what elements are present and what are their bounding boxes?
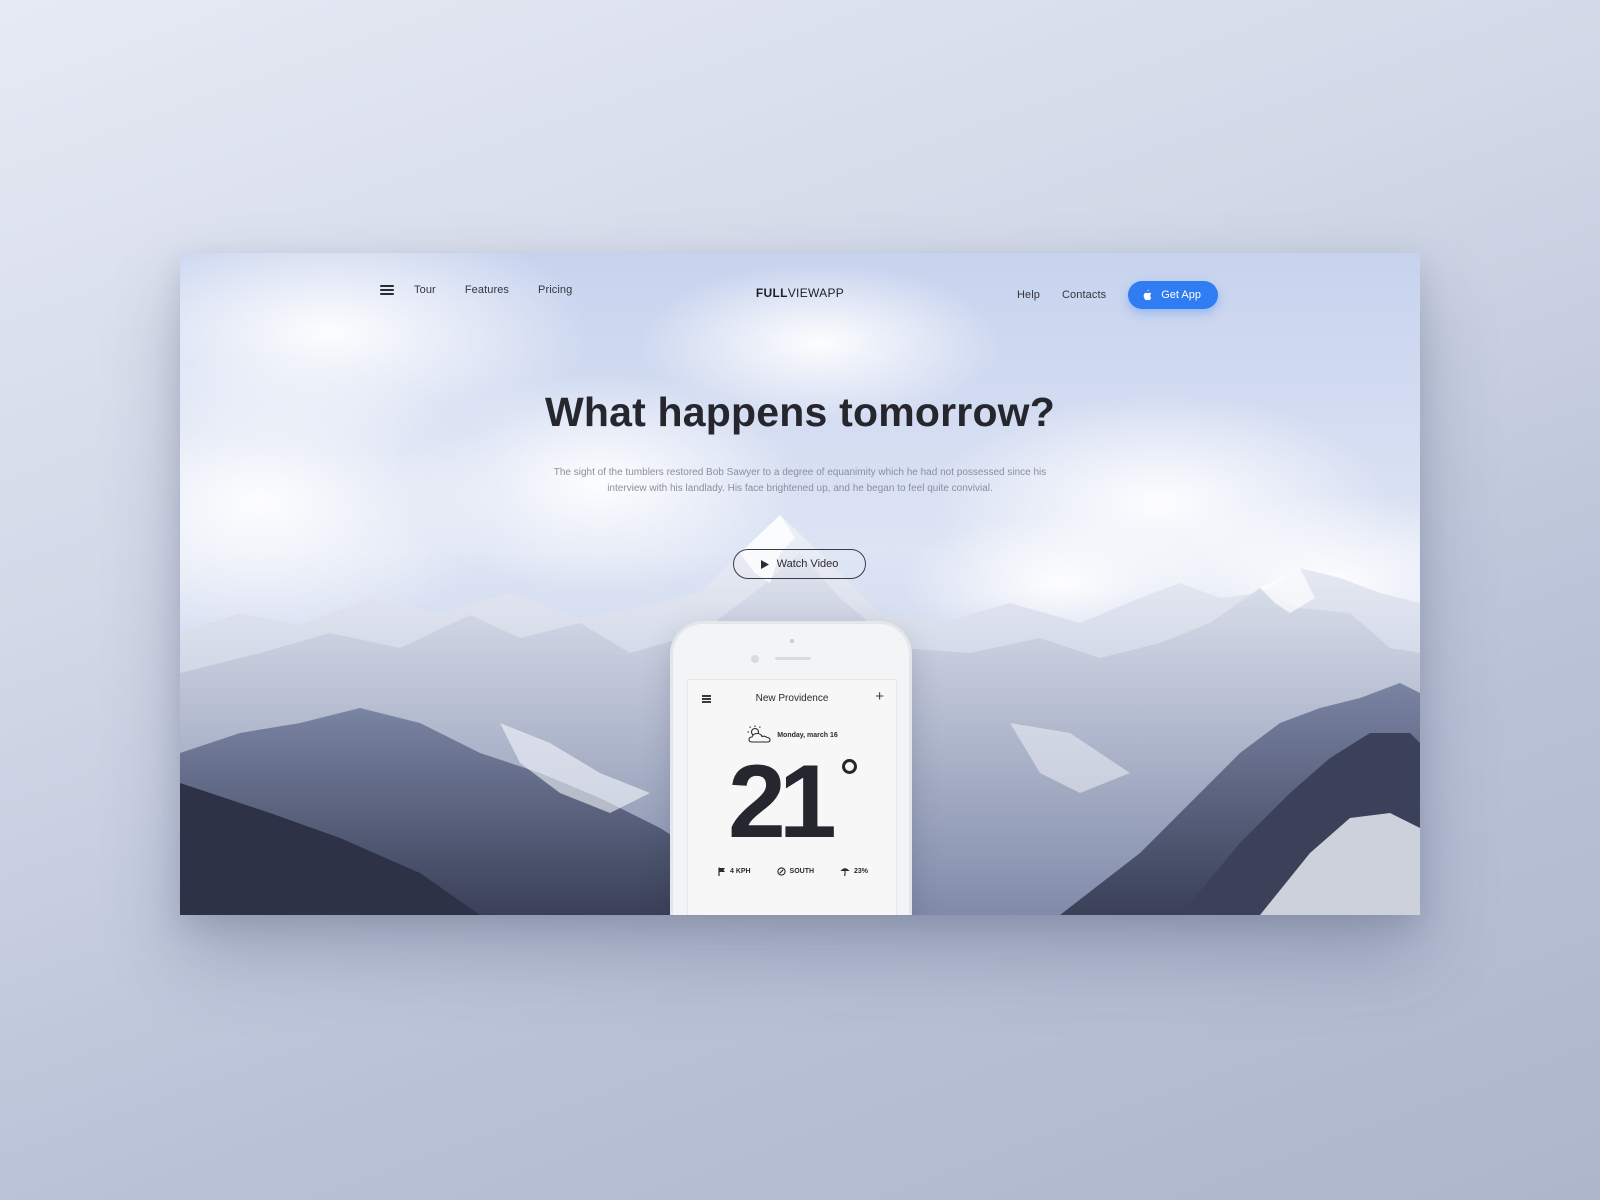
compass-icon xyxy=(776,867,786,876)
precipitation-stat: 23% xyxy=(840,867,868,876)
phone-camera xyxy=(790,639,794,643)
get-app-label: Get App xyxy=(1161,289,1201,301)
wind-speed-stat: 4 KPH xyxy=(718,867,751,876)
temperature-value: 21 xyxy=(728,744,837,860)
brand-logo-rest: VIEWAPP xyxy=(787,286,845,300)
wind-direction-value: SOUTH xyxy=(789,868,815,875)
play-icon xyxy=(760,559,769,569)
add-city-icon[interactable]: + xyxy=(875,689,884,705)
weather-app-header: New Providence + xyxy=(688,680,896,718)
get-app-button[interactable]: Get App xyxy=(1128,281,1218,309)
wind-speed-value: 4 KPH xyxy=(730,868,751,875)
partly-cloudy-icon xyxy=(747,725,771,743)
date-label: Monday, march 16 xyxy=(777,731,838,739)
hero-title: What happens tomorrow? xyxy=(544,389,1056,435)
brand-logo[interactable]: FULLVIEWAPP xyxy=(180,286,1420,300)
weather-stats: 4 KPH SOUTH 23% xyxy=(718,867,868,876)
watch-video-button[interactable]: Watch Video xyxy=(733,549,866,579)
wind-direction-stat: SOUTH xyxy=(776,867,815,876)
nav-link-help[interactable]: Help xyxy=(1017,289,1040,301)
phone-mockup: New Providence + Monday, march 16 21 4 K… xyxy=(673,624,909,915)
landing-page-frame: Tour Features Pricing FULLVIEWAPP Help C… xyxy=(180,253,1420,915)
city-name: New Providence xyxy=(755,693,829,704)
nav-link-contacts[interactable]: Contacts xyxy=(1062,289,1106,301)
phone-sensor xyxy=(751,655,759,663)
phone-speaker xyxy=(775,657,811,660)
top-navigation: Tour Features Pricing FULLVIEWAPP Help C… xyxy=(180,253,1420,338)
watch-video-label: Watch Video xyxy=(776,558,839,570)
apple-icon xyxy=(1143,289,1152,301)
brand-logo-bold: FULL xyxy=(755,286,788,300)
nav-right-group: Help Contacts Get App xyxy=(995,281,1218,309)
weather-app-screen: New Providence + Monday, march 16 21 4 K… xyxy=(687,679,897,915)
hero-subtitle: The sight of the tumblers restored Bob S… xyxy=(553,467,1047,494)
degree-symbol xyxy=(842,759,857,774)
date-row: Monday, march 16 xyxy=(688,725,896,745)
precipitation-value: 23% xyxy=(853,868,868,875)
flag-icon xyxy=(718,867,725,876)
umbrella-icon xyxy=(840,868,850,876)
